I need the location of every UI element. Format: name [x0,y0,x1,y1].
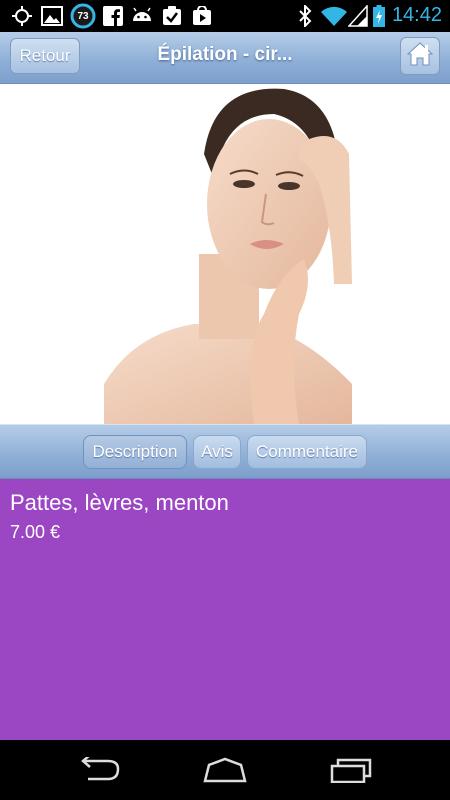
page-title: Épilation - cir... [157,44,293,65]
status-time: 14:42 [391,4,442,26]
back-button-label: Retour [19,46,71,65]
battery-icon [372,5,386,27]
wifi-icon [320,5,348,27]
navigation-bar [0,740,450,800]
product-name: Pattes, lèvres, menton [10,490,229,515]
signal-icon [348,5,368,27]
recent-apps-icon[interactable] [326,754,376,786]
bluetooth-icon [297,5,313,27]
product-photo [104,84,352,424]
back-icon[interactable] [76,754,124,786]
notification-count: 73 [77,10,89,22]
gps-icon [10,5,34,27]
checkbox-icon [161,5,183,27]
play-store-icon [191,5,213,27]
tab-commentaire-label: Commentaire [255,442,359,461]
description-panel: Pattes, lèvres, menton 7.00 € [0,479,450,740]
tab-avis[interactable]: Avis [193,435,241,469]
tab-description[interactable]: Description [83,435,187,469]
tab-avis-label: Avis [201,442,233,461]
image-icon [40,5,64,27]
android-icon [130,5,154,27]
home-nav-icon[interactable] [200,754,250,786]
back-button[interactable]: Retour [10,38,80,74]
home-button[interactable] [400,37,440,75]
status-bar: 73 14:42 [0,0,450,32]
tab-commentaire[interactable]: Commentaire [247,435,367,469]
tab-bar: Description Avis Commentaire [0,424,450,479]
badge-73-icon: 73 [70,3,96,29]
product-image-area [0,84,450,424]
home-icon [406,41,434,72]
facebook-icon [102,5,124,27]
header-bar: Retour Épilation - cir... [0,32,450,84]
product-price: 7.00 € [10,522,61,542]
tab-description-label: Description [92,442,178,461]
